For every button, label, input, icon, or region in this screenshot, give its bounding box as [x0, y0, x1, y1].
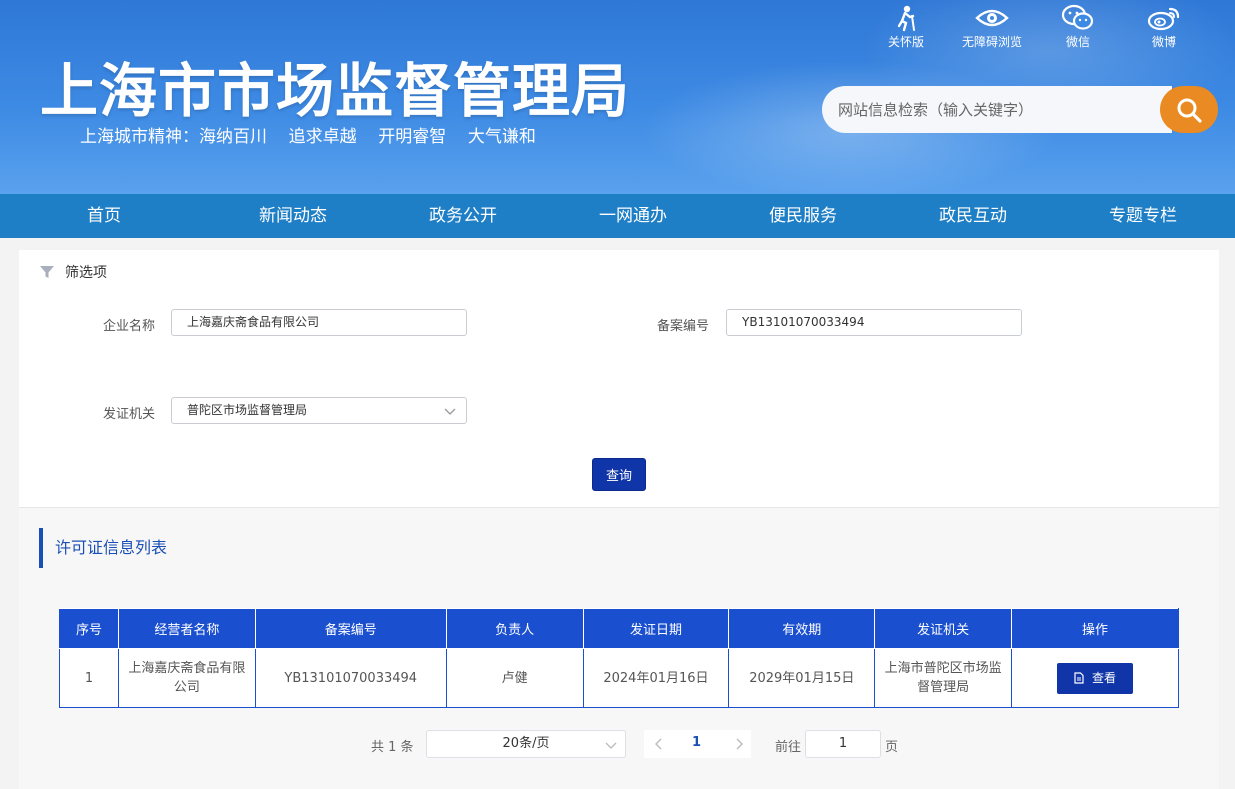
authority-label: 发证机关	[103, 407, 156, 422]
chevron-right-icon[interactable]	[732, 736, 746, 752]
elder-care-icon	[897, 5, 915, 32]
column-header-record: 备案编号	[254, 608, 447, 649]
cell-issue-date: 2024年01月16日	[582, 648, 730, 708]
record-input[interactable]: YB13101070033494	[726, 309, 1022, 336]
weibo-label: 微博	[1151, 35, 1176, 49]
pagination: 共 1 条 20条/页 1 前往 1 页	[0, 730, 1235, 760]
column-header-authority: 发证机关	[874, 608, 1013, 649]
page-size-value: 20条/页	[502, 736, 550, 751]
nav-item-services[interactable]: 便民服务	[718, 194, 888, 238]
column-header-index: 序号	[59, 608, 119, 649]
document-icon	[1074, 672, 1084, 684]
elder-care-label: 关怀版	[887, 35, 924, 49]
column-header-action: 操作	[1011, 608, 1179, 649]
view-button[interactable]: 查看	[1057, 662, 1134, 694]
column-header-name: 经营者名称	[117, 608, 256, 649]
header-tools: 关怀版 无障碍浏览 微信 微博	[863, 4, 1207, 50]
cell-index: 1	[59, 648, 119, 708]
site-title: 上海市市场监督管理局	[40, 57, 631, 125]
goto-label: 前往	[775, 740, 802, 755]
column-header-issue-date: 发证日期	[582, 608, 730, 649]
table-header-row: 序号 经营者名称 备案编号 负责人 发证日期 有效期 发证机关 操作	[59, 608, 1179, 649]
search-icon	[1177, 98, 1202, 123]
nav-item-gov-affairs[interactable]: 政务公开	[378, 194, 548, 238]
license-table: 序号 经营者名称 备案编号 负责人 发证日期 有效期 发证机关 操作 1 上海嘉…	[59, 608, 1179, 708]
accessibility-button[interactable]: 无障碍浏览	[949, 4, 1035, 50]
chevron-down-icon	[444, 408, 456, 415]
query-button[interactable]: 查询	[592, 458, 646, 491]
cell-owner: 卢健	[445, 648, 584, 708]
weibo-button[interactable]: 微博	[1121, 4, 1207, 50]
search-button[interactable]	[1160, 86, 1218, 133]
wechat-icon	[1061, 4, 1094, 30]
authority-select-value: 普陀区市场监督管理局	[187, 403, 308, 417]
cell-action: 查看	[1011, 648, 1179, 708]
column-header-owner: 负责人	[445, 608, 584, 649]
page-navigator: 1	[644, 730, 751, 758]
page-size-select[interactable]: 20条/页	[426, 730, 626, 758]
nav-item-one-stop[interactable]: 一网通办	[548, 194, 718, 238]
cell-name: 上海嘉庆斋食品有限公司	[117, 648, 256, 708]
site-header: 上海市市场监督管理局 上海城市精神：海纳百川 追求卓越 开明睿智 大气谦和 关怀…	[0, 0, 1235, 194]
filter-header: 筛选项	[39, 262, 107, 282]
view-button-label: 查看	[1092, 670, 1117, 685]
filter-title: 筛选项	[65, 265, 107, 281]
nav-item-home[interactable]: 首页	[0, 194, 208, 238]
nav-item-news[interactable]: 新闻动态	[208, 194, 378, 238]
total-count: 共 1 条	[371, 740, 414, 755]
accessibility-label: 无障碍浏览	[961, 35, 1022, 49]
chevron-down-icon	[605, 742, 617, 749]
record-label: 备案编号	[657, 319, 710, 334]
site-search	[822, 86, 1218, 133]
authority-select[interactable]: 普陀区市场监督管理局	[171, 397, 467, 424]
table-row: 1 上海嘉庆斋食品有限公司 YB13101070033494 卢健 2024年0…	[59, 648, 1179, 708]
wechat-label: 微信	[1065, 35, 1090, 49]
nav-item-topics[interactable]: 专题专栏	[1058, 194, 1228, 238]
goto-page-input[interactable]: 1	[805, 730, 881, 758]
current-page[interactable]: 1	[692, 735, 701, 750]
chevron-left-icon[interactable]	[652, 736, 666, 752]
company-label: 企业名称	[103, 319, 156, 334]
weibo-icon	[1147, 7, 1180, 31]
cell-authority: 上海市普陀区市场监督管理局	[874, 648, 1013, 708]
page-unit-label: 页	[885, 740, 899, 755]
eye-icon	[975, 9, 1009, 27]
search-input[interactable]	[822, 86, 1172, 133]
site-slogan: 上海城市精神：海纳百川 追求卓越 开明睿智 大气谦和	[80, 127, 536, 147]
company-input[interactable]: 上海嘉庆斋食品有限公司	[171, 309, 467, 336]
column-header-valid-until: 有效期	[728, 608, 876, 649]
main-panel: 筛选项 企业名称 上海嘉庆斋食品有限公司 备案编号 YB131010700334…	[19, 250, 1219, 789]
cell-record: YB13101070033494	[254, 648, 447, 708]
elder-care-button[interactable]: 关怀版	[863, 4, 949, 50]
cell-valid-until: 2029年01月15日	[728, 648, 876, 708]
wechat-button[interactable]: 微信	[1035, 4, 1121, 50]
main-nav: 首页 新闻动态 政务公开 一网通办 便民服务 政民互动 专题专栏	[0, 194, 1235, 238]
filter-icon	[40, 266, 54, 278]
nav-item-interaction[interactable]: 政民互动	[888, 194, 1058, 238]
list-title: 许可证信息列表	[39, 528, 167, 568]
